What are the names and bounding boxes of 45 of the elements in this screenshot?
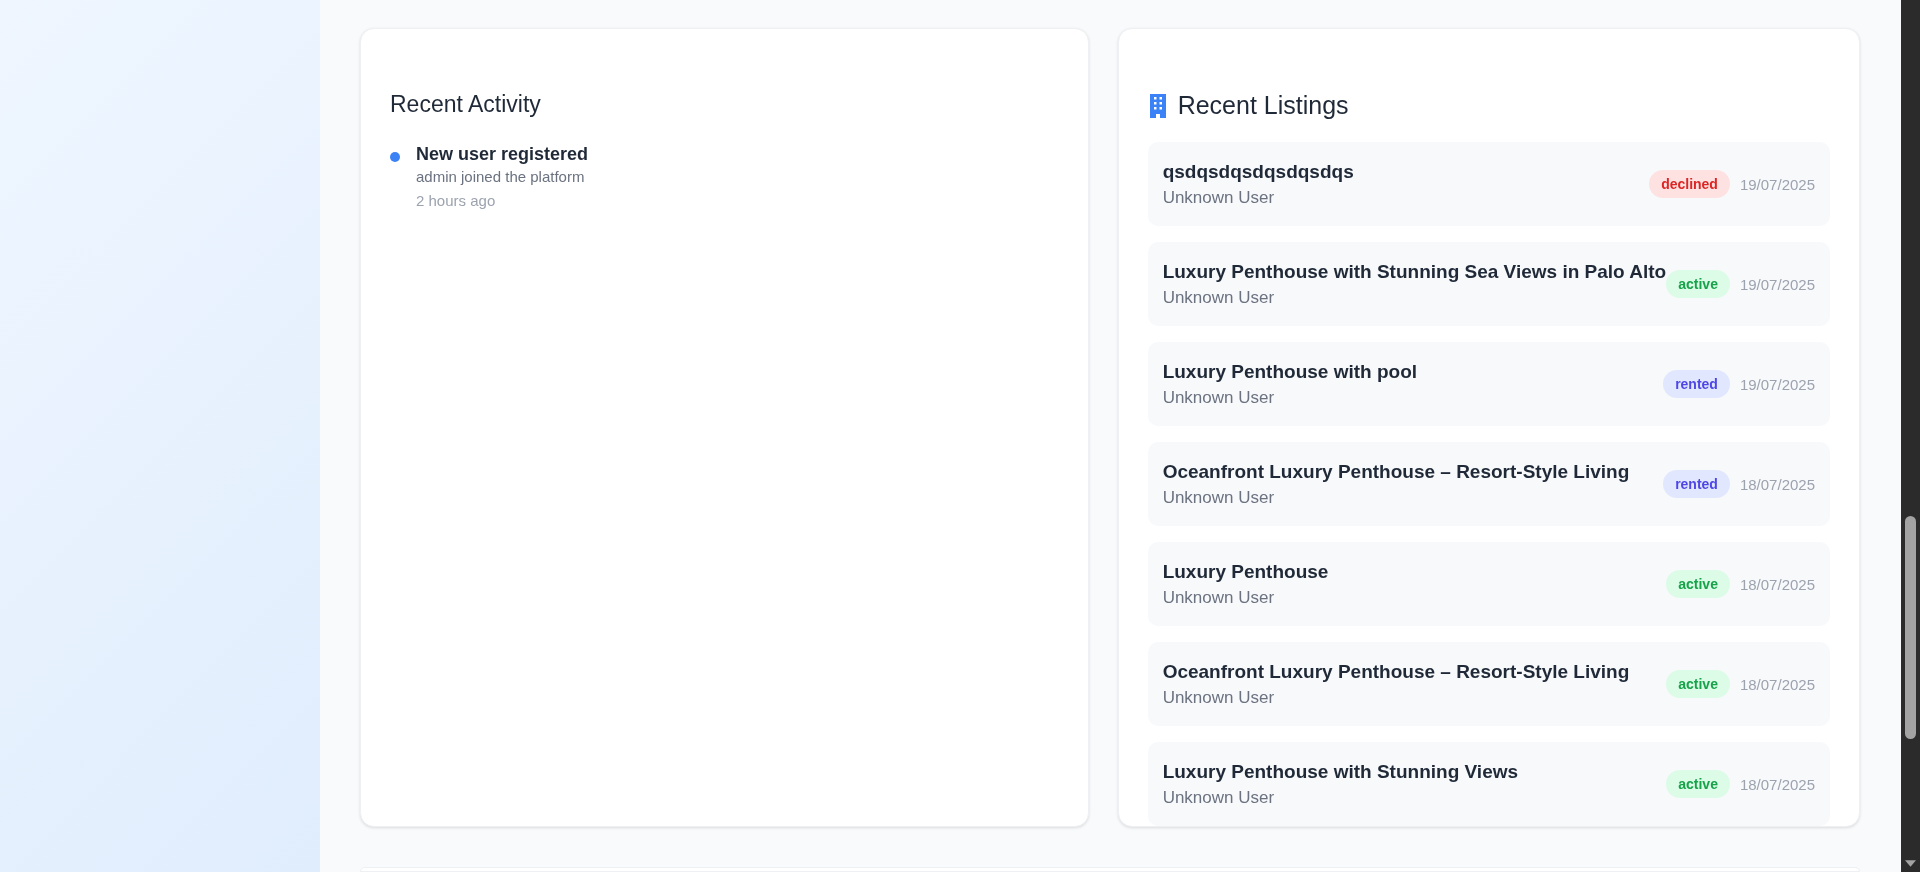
listing-item[interactable]: Oceanfront Luxury Penthouse – Resort-Style Living Unknown User rented 18/07/2025 (1147, 442, 1830, 526)
status-badge: active (1666, 670, 1730, 698)
card-title: Recent Listings (1177, 91, 1349, 120)
listing-title: Luxury Penthouse with Stunning Views (1162, 760, 1520, 783)
status-badge: rented (1663, 370, 1730, 398)
listing-item[interactable]: Luxury Penthouse Unknown User active 18/07/2025 (1147, 542, 1830, 626)
listing-date: 18/07/2025 (1739, 775, 1815, 793)
listing-owner: Unknown User (1162, 687, 1276, 708)
listing-item[interactable]: Luxury Penthouse with pool Unknown User rented 19/07/2025 (1147, 342, 1830, 426)
activity-title: New user registered (416, 144, 589, 165)
status-badge: active (1666, 270, 1730, 298)
listing-title: Oceanfront Luxury Penthouse – Resort-Style Living (1162, 460, 1631, 483)
listing-date: 19/07/2025 (1739, 175, 1815, 193)
listing-date: 18/07/2025 (1739, 575, 1815, 593)
status-badge: active (1666, 570, 1730, 598)
listing-title: Luxury Penthouse with Stunning Sea Views in Palo Alto (1162, 260, 1667, 283)
listing-date: 19/07/2025 (1739, 275, 1815, 293)
listing-title: Oceanfront Luxury Penthouse – Resort-Style Living (1162, 660, 1631, 683)
listing-item[interactable]: Oceanfront Luxury Penthouse – Resort-Style Living Unknown User active 18/07/2025 (1147, 642, 1830, 726)
listing-item[interactable]: Luxury Penthouse with Stunning Sea Views in Palo Alto Unknown User active 19/07/2025 (1147, 242, 1830, 326)
status-badge: active (1666, 770, 1730, 798)
bullet-icon (390, 152, 400, 162)
listing-owner: Unknown User (1162, 387, 1276, 408)
listing-title: qsdqsdqsdqsdqsdqs (1162, 160, 1355, 183)
listing-owner: Unknown User (1162, 487, 1276, 508)
listing-date: 18/07/2025 (1739, 675, 1815, 693)
activity-detail: admin joined the platform (416, 168, 586, 185)
listing-title: Luxury Penthouse with pool (1162, 360, 1419, 383)
status-badge: declined (1649, 170, 1730, 198)
listing-date: 19/07/2025 (1739, 375, 1815, 393)
listing-item[interactable]: Luxury Penthouse with Stunning Views Unknown User active 18/07/2025 (1147, 742, 1830, 826)
listing-owner: Unknown User (1162, 187, 1276, 208)
card-title: Recent Activity (390, 91, 542, 118)
activity-time: 2 hours ago (416, 192, 497, 209)
listing-date: 18/07/2025 (1739, 475, 1815, 493)
listing-title: Luxury Penthouse (1162, 560, 1330, 583)
listing-owner: Unknown User (1162, 787, 1276, 808)
listing-owner: Unknown User (1162, 287, 1276, 308)
listing-item[interactable]: qsdqsdqsdqsdqsdqs Unknown User declined 19/07/2025 (1147, 142, 1830, 226)
listing-owner: Unknown User (1162, 587, 1276, 608)
scrollbar-thumb[interactable] (1905, 516, 1916, 739)
scroll-down-icon[interactable] (1905, 860, 1916, 867)
status-badge: rented (1663, 470, 1730, 498)
building-icon (1147, 93, 1168, 118)
scrollbar[interactable] (1901, 0, 1920, 872)
